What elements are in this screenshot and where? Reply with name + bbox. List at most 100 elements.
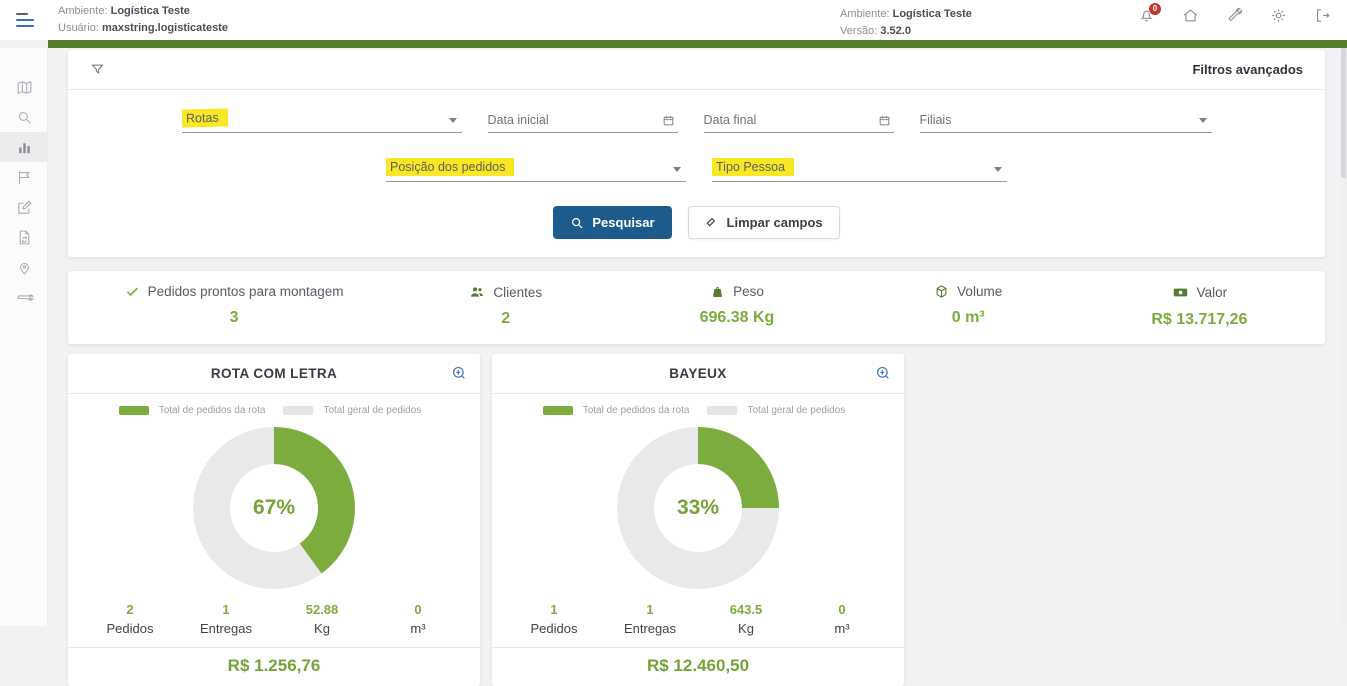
tipo-pessoa-select[interactable]: Tipo Pessoa <box>712 157 1007 182</box>
filiais-select[interactable]: Filiais <box>920 108 1212 133</box>
gear-icon[interactable] <box>1270 7 1287 24</box>
route-total-value: R$ 1.256,76 <box>68 648 480 686</box>
stat-pedidos: 1Pedidos <box>506 602 602 636</box>
summary-valor-label: Valor <box>1197 285 1228 300</box>
data-inicial-label: Data inicial <box>488 113 549 127</box>
summary-volume-label: Volume <box>957 284 1002 299</box>
filters-title: Filtros avançados <box>1192 62 1303 77</box>
chevron-down-icon <box>994 167 1002 172</box>
posicao-pedidos-label: Posição dos pedidos <box>386 158 514 176</box>
search-icon <box>570 216 584 230</box>
route-card-rota-com-letra: ROTA COM LETRA Total de pedidos da rota … <box>68 354 480 686</box>
donut-chart[interactable]: 33% <box>617 427 779 589</box>
legend-label-rota: Total de pedidos da rota <box>583 405 690 416</box>
donut-percent-label: 33% <box>677 496 719 520</box>
summary-pedidos-value: 3 <box>78 309 390 327</box>
rotas-select[interactable]: Rotas <box>182 108 462 133</box>
flag-icon[interactable] <box>0 162 48 192</box>
environment-info-center: Ambiente: Logística Teste Versão: 3.52.0 <box>840 6 972 40</box>
chart-legend: Total de pedidos da rota Total geral de … <box>492 405 904 416</box>
main-content: Filtros avançados Rotas Data inicial Dat… <box>48 48 1347 626</box>
filter-funnel-icon[interactable] <box>90 62 105 77</box>
map-icon[interactable] <box>0 72 48 102</box>
ambiente-label: Ambiente: <box>58 5 108 17</box>
summary-clientes-value: 2 <box>390 310 621 328</box>
legend-swatch-gray <box>707 406 737 415</box>
eraser-icon <box>705 216 719 230</box>
summary-card: Pedidos prontos para montagem 3 Clientes… <box>68 271 1325 344</box>
summary-peso-label: Peso <box>733 284 764 299</box>
stat-entregas: 1Entregas <box>178 602 274 636</box>
logout-icon[interactable] <box>1314 7 1331 24</box>
sidebar <box>0 48 48 626</box>
stat-m3: 0m³ <box>370 602 466 636</box>
data-final-label: Data final <box>704 113 757 127</box>
top-bar: Ambiente: Logística Teste Usuário: maxst… <box>0 0 1347 40</box>
legend-swatch-green <box>543 406 573 415</box>
ambiente-label-2: Ambiente: <box>840 8 890 20</box>
tipo-pessoa-label: Tipo Pessoa <box>712 158 794 176</box>
document-sync-icon[interactable] <box>0 222 48 252</box>
tools-icon[interactable] <box>0 282 48 312</box>
summary-peso-value: 696.38 Kg <box>621 309 852 327</box>
donut-chart[interactable]: 67% <box>193 427 355 589</box>
search-icon[interactable] <box>0 102 48 132</box>
stat-kg: 52.88Kg <box>274 602 370 636</box>
route-card-title: BAYEUX <box>669 366 726 381</box>
summary-volume-value: 0 m³ <box>853 309 1084 327</box>
donut-percent-label: 67% <box>253 496 295 520</box>
check-icon <box>125 284 140 299</box>
versao-label: Versão: <box>840 25 877 37</box>
calendar-icon[interactable] <box>878 114 891 127</box>
summary-clientes: Clientes 2 <box>390 284 621 329</box>
summary-pedidos-label: Pedidos prontos para montagem <box>148 284 344 299</box>
data-inicial-input[interactable]: Data inicial <box>488 108 678 133</box>
bar-chart-icon[interactable] <box>0 132 48 162</box>
usuario-value: maxstring.logisticateste <box>102 22 228 34</box>
rotas-label: Rotas <box>181 108 227 127</box>
edit-icon[interactable] <box>0 192 48 222</box>
legend-label-geral: Total geral de pedidos <box>747 405 845 416</box>
summary-valor: Valor R$ 13.717,26 <box>1084 284 1315 329</box>
wrench-icon[interactable] <box>1226 7 1243 24</box>
home-icon[interactable] <box>1182 7 1199 24</box>
chart-legend: Total de pedidos da rota Total geral de … <box>68 405 480 416</box>
stat-entregas: 1Entregas <box>602 602 698 636</box>
legend-swatch-gray <box>283 406 313 415</box>
zoom-in-icon[interactable] <box>451 365 467 381</box>
summary-clientes-label: Clientes <box>493 285 542 300</box>
posicao-pedidos-select[interactable]: Posição dos pedidos <box>386 157 686 182</box>
stat-kg: 643.5Kg <box>698 602 794 636</box>
summary-valor-value: R$ 13.717,26 <box>1084 311 1315 329</box>
bell-icon[interactable]: 0 <box>1138 7 1155 24</box>
ambiente-value: Logística Teste <box>111 5 190 17</box>
chevron-down-icon <box>673 167 681 172</box>
legend-label-rota: Total de pedidos da rota <box>159 405 266 416</box>
route-card-title: ROTA COM LETRA <box>211 366 337 381</box>
notification-badge: 0 <box>1148 2 1162 16</box>
summary-peso: Peso 696.38 Kg <box>621 284 852 329</box>
scrollbar[interactable] <box>1340 48 1347 626</box>
location-pin-icon[interactable] <box>0 252 48 282</box>
chevron-down-icon <box>1199 118 1207 123</box>
calendar-icon[interactable] <box>662 114 675 127</box>
menu-icon[interactable] <box>16 13 36 27</box>
limpar-campos-button[interactable]: Limpar campos <box>688 206 840 239</box>
filiais-label: Filiais <box>920 113 952 127</box>
data-final-input[interactable]: Data final <box>704 108 894 133</box>
route-total-value: R$ 12.460,50 <box>492 648 904 686</box>
stat-m3: 0m³ <box>794 602 890 636</box>
zoom-in-icon[interactable] <box>875 365 891 381</box>
environment-info-left: Ambiente: Logística Teste Usuário: maxst… <box>58 3 228 37</box>
clients-icon <box>469 284 485 300</box>
money-icon <box>1172 284 1189 301</box>
versao-value: 3.52.0 <box>880 25 911 37</box>
route-card-bayeux: BAYEUX Total de pedidos da rota Total ge… <box>492 354 904 686</box>
brand-green-bar <box>48 40 1347 48</box>
pesquisar-button[interactable]: Pesquisar <box>553 206 671 239</box>
stat-pedidos: 2Pedidos <box>82 602 178 636</box>
usuario-label: Usuário: <box>58 22 99 34</box>
filters-card: Filtros avançados Rotas Data inicial Dat… <box>68 50 1325 257</box>
ambiente-value-2: Logística Teste <box>893 8 972 20</box>
chevron-down-icon <box>449 118 457 123</box>
